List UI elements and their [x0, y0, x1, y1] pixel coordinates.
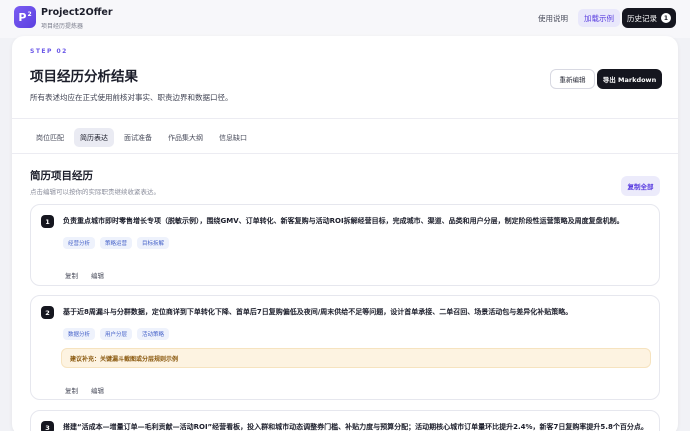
- tab-job-match[interactable]: 岗位匹配: [30, 128, 70, 147]
- history-button[interactable]: 历史记录 1: [622, 8, 676, 28]
- tag-list: 经营分析 策略运营 目标拆解: [63, 237, 170, 249]
- tab-interview-prep[interactable]: 面试准备: [118, 128, 158, 147]
- edit-button[interactable]: 编辑: [91, 270, 104, 280]
- list-item: 1 负责重点城市即时零售增长专项（脱敏示例），围绕GMV、订单转化、新客复购与活…: [30, 204, 660, 286]
- tag: 策略运营: [100, 237, 133, 249]
- section-title: 简历项目经历: [30, 170, 93, 182]
- list-item: 2 基于近8周漏斗与分群数据，定位商详到下单转化下降、首单后7日复购偏低及夜间/…: [30, 295, 660, 400]
- brand-name: Project2Offer: [41, 7, 113, 18]
- divider: [12, 153, 678, 154]
- top-bar: P2 Project2Offer 项目经历提炼器 使用说明 加载示例 历史记录 …: [0, 0, 690, 38]
- logo-superscript: 2: [27, 11, 32, 18]
- item-text: 搭建“活成本—增量订单—毛利贡献—活动ROI”经营看板，投入群和城市动态调整券门…: [63, 423, 648, 431]
- brand-subtitle: 项目经历提炼器: [41, 23, 84, 30]
- copy-button[interactable]: 复制: [65, 385, 78, 395]
- copy-all-button[interactable]: 复制全部: [621, 176, 660, 196]
- section-hint: 点击编辑可以按你的实际职责继续收紧表达。: [30, 188, 160, 196]
- tag: 数据分析: [63, 328, 96, 340]
- tab-info-gaps[interactable]: 信息缺口: [213, 128, 253, 147]
- tab-portfolio-outline[interactable]: 作品集大纲: [162, 128, 209, 147]
- nav-load-sample-button[interactable]: 加载示例: [578, 9, 620, 27]
- item-number: 2: [41, 306, 54, 319]
- item-number: 1: [41, 215, 54, 228]
- tag: 用户分层: [100, 328, 133, 340]
- copy-button[interactable]: 复制: [65, 270, 78, 280]
- logo[interactable]: P2: [14, 6, 36, 28]
- result-card: STEP 02 项目经历分析结果 所有表述均应在正式使用前核对事实、职责边界和数…: [12, 36, 678, 431]
- divider: [12, 118, 678, 119]
- page-description: 所有表述均应在正式使用前核对事实、职责边界和数据口径。: [30, 93, 233, 102]
- logo-letter: P: [18, 10, 27, 24]
- edit-button[interactable]: 编辑: [91, 385, 104, 395]
- page-title: 项目经历分析结果: [30, 69, 138, 85]
- tab-bar: 岗位匹配 简历表达 面试准备 作品集大纲 信息缺口: [30, 128, 253, 147]
- tag: 目标拆解: [137, 237, 170, 249]
- suggestion-note: 建议补充：关键漏斗截图或分层规则示例: [61, 348, 651, 368]
- list-item: 3 搭建“活成本—增量订单—毛利贡献—活动ROI”经营看板，投入群和城市动态调整…: [30, 410, 660, 431]
- tag-list: 数据分析 用户分层 活动策略: [63, 328, 170, 340]
- item-text: 负责重点城市即时零售增长专项（脱敏示例），围绕GMV、订单转化、新客复购与活动R…: [63, 217, 624, 225]
- item-text: 基于近8周漏斗与分群数据，定位商详到下单转化下降、首单后7日复购偏低及夜间/周末…: [63, 308, 573, 316]
- history-label: 历史记录: [627, 13, 657, 23]
- export-markdown-button[interactable]: 导出 Markdown: [597, 69, 662, 89]
- item-number: 3: [41, 421, 54, 431]
- tab-resume-expression[interactable]: 简历表达: [74, 128, 114, 147]
- reedit-button[interactable]: 重新编辑: [550, 69, 595, 89]
- nav-help-link[interactable]: 使用说明: [532, 9, 574, 27]
- history-count-badge: 1: [661, 13, 671, 23]
- item-actions: 复制 编辑: [65, 270, 104, 280]
- step-label: STEP 02: [30, 48, 68, 55]
- tag: 活动策略: [137, 328, 170, 340]
- item-actions: 复制 编辑: [65, 385, 104, 395]
- tag: 经营分析: [63, 237, 96, 249]
